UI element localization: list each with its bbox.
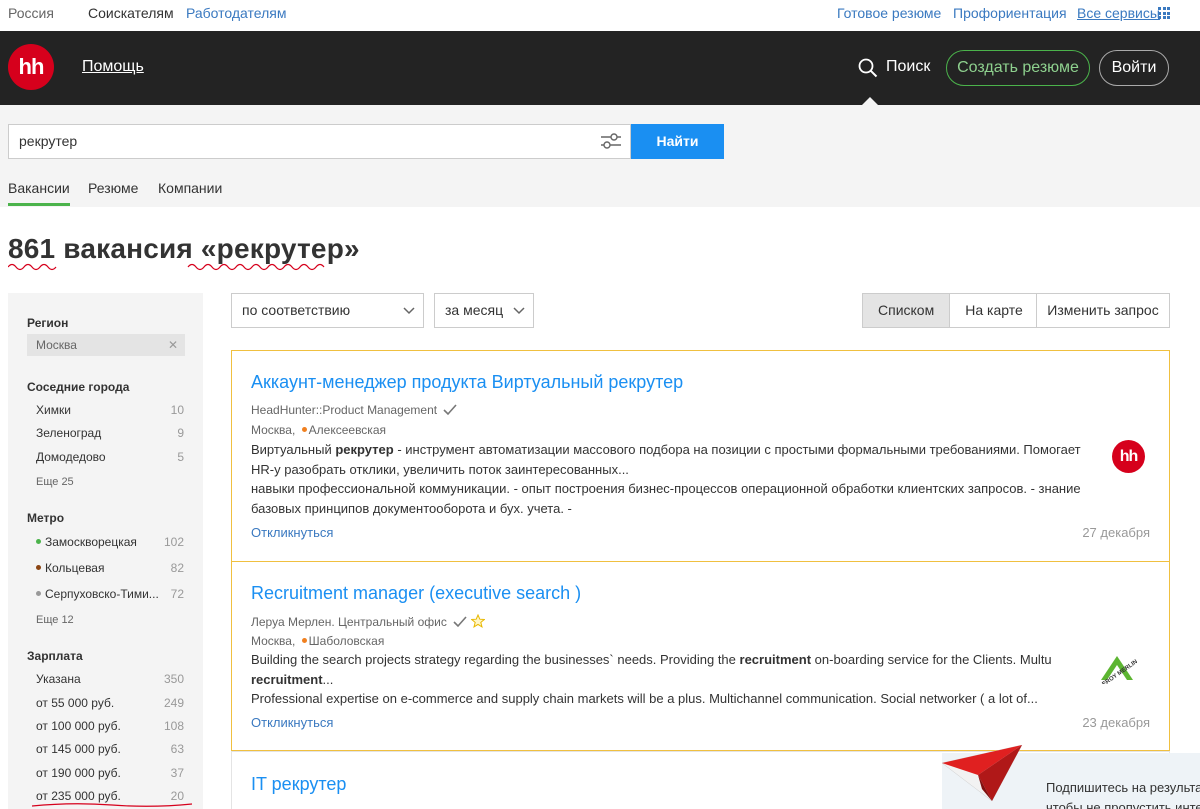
hh-logo[interactable]: hh: [8, 44, 54, 90]
sort-select[interactable]: по соответствию: [231, 293, 424, 328]
ready-resume-link[interactable]: Готовое резюме: [837, 5, 941, 21]
search-icon: [858, 58, 878, 78]
career-guidance-link[interactable]: Профориентация: [953, 5, 1067, 21]
vacancy-card: Аккаунт-менеджер продукта Виртуальный ре…: [231, 350, 1170, 562]
subscribe-popup-text: Подпишитесь на результа чтобы не пропуст…: [1046, 780, 1200, 809]
vacancy-title-link[interactable]: Recruitment manager (executive search ): [251, 583, 581, 604]
salary-item[interactable]: от 145 000 руб. 63: [36, 742, 184, 756]
view-list-button[interactable]: Списком: [863, 294, 950, 327]
star-icon: [470, 614, 485, 628]
salary-item[interactable]: от 190 000 руб. 37: [36, 766, 184, 780]
search-label: Поиск: [886, 58, 931, 75]
metro-line-dot: [36, 591, 41, 596]
grid-icon[interactable]: [1158, 7, 1170, 19]
salary-heading: Зарплата: [27, 649, 83, 663]
chevron-down-icon: [513, 307, 525, 315]
region-heading: Регион: [27, 316, 69, 330]
search-link[interactable]: Поиск: [858, 58, 931, 78]
salary-item[interactable]: Указана 350: [36, 672, 184, 686]
vacancy-date: 23 декабря: [1082, 715, 1150, 730]
change-query-button[interactable]: Изменить запрос: [1036, 293, 1170, 328]
period-select[interactable]: за месяц: [434, 293, 534, 328]
cities-heading: Соседние города: [27, 380, 130, 394]
period-select-value: за месяц: [445, 302, 504, 318]
salary-annotation-underline: [32, 803, 192, 807]
vacancy-title-link[interactable]: Аккаунт-менеджер продукта Виртуальный ре…: [251, 372, 683, 393]
tab-resumes[interactable]: Резюме: [88, 180, 138, 196]
metro-line-dot: [36, 539, 41, 544]
employers-link[interactable]: Работодателям: [186, 5, 287, 21]
metro-line-dot: [36, 565, 41, 570]
vacancy-title-link[interactable]: IT рекрутер: [251, 774, 346, 795]
leroy-merlin-logo[interactable]: LEROY MERLIN: [1097, 650, 1137, 684]
find-button[interactable]: Найти: [631, 124, 724, 159]
metro-item[interactable]: Серпуховско-Тими... 72: [36, 587, 184, 601]
seekers-link[interactable]: Соискателям: [88, 5, 174, 21]
metro-heading: Метро: [27, 511, 65, 525]
search-area: рекрутер Найти Вакансии Резюме Компании: [0, 105, 1200, 207]
city-item[interactable]: Химки 10: [36, 403, 184, 417]
search-input[interactable]: рекрутер: [8, 124, 631, 159]
region-chip[interactable]: Москва ✕: [27, 334, 185, 356]
verified-check-icon: [443, 404, 458, 416]
vacancy-requirements: Professional expertise on e-commerce and…: [251, 691, 1038, 706]
vacancy-company[interactable]: Леруа Мерлен. Центральный офис: [251, 614, 485, 629]
apply-link[interactable]: Откликнуться: [251, 525, 333, 540]
city-item[interactable]: Домодедово 5: [36, 450, 184, 464]
chevron-down-icon: [403, 307, 415, 315]
salary-item[interactable]: от 55 000 руб. 249: [36, 696, 184, 710]
vacancy-card: Recruitment manager (executive search ) …: [231, 561, 1170, 751]
vacancy-date: 27 декабря: [1082, 525, 1150, 540]
view-map-button[interactable]: На карте: [949, 294, 1038, 327]
paper-plane-icon: [942, 745, 1023, 802]
metro-item[interactable]: Замоскворецкая 102: [36, 535, 184, 549]
metro-item[interactable]: Кольцевая 82: [36, 561, 184, 575]
region-link[interactable]: Россия: [8, 5, 54, 21]
main-header: hh Помощь Поиск Создать резюме Войти: [0, 31, 1200, 105]
vacancy-description: Building the search projects strategy re…: [251, 652, 1052, 687]
help-link[interactable]: Помощь: [82, 58, 144, 76]
vacancy-location: Москва, Шаболовская: [251, 634, 385, 648]
tab-companies[interactable]: Компании: [158, 180, 222, 196]
vacancy-location: Москва, Алексеевская: [251, 423, 386, 437]
top-nav: Россия Соискателям Работодателям Готовое…: [0, 0, 1200, 31]
filter-settings-icon[interactable]: [600, 132, 622, 150]
filters-sidebar: Регион Москва ✕ Соседние города Химки 10 …: [8, 293, 203, 809]
vacancy-company[interactable]: HeadHunter::Product Management: [251, 403, 458, 417]
sort-select-value: по соответствию: [242, 302, 351, 318]
metro-more-link[interactable]: Еще 12: [36, 614, 74, 626]
vacancy-requirements: навыки профессиональной коммуникации. - …: [251, 481, 1081, 516]
cities-more-link[interactable]: Еще 25: [36, 476, 74, 488]
metro-line-dot: [301, 427, 307, 432]
login-button[interactable]: Войти: [1099, 50, 1169, 86]
create-resume-button[interactable]: Создать резюме: [946, 50, 1090, 86]
page-title: 861 вакансия «рекрутер»: [8, 233, 360, 264]
header-notch: [862, 97, 878, 105]
region-chip-label: Москва: [36, 338, 77, 352]
apply-link[interactable]: Откликнуться: [251, 715, 333, 730]
close-icon[interactable]: ✕: [168, 334, 178, 356]
verified-check-icon: [453, 616, 467, 628]
view-toggle: Списком На карте: [862, 293, 1039, 328]
metro-line-dot: [301, 638, 307, 643]
tab-vacancies[interactable]: Вакансии: [8, 180, 70, 206]
city-item[interactable]: Зеленоград 9: [36, 426, 184, 440]
company-logo[interactable]: hh: [1112, 440, 1145, 473]
subscribe-popup[interactable]: Подпишитесь на результа чтобы не пропуст…: [942, 745, 1200, 809]
all-services-link[interactable]: Все сервисы: [1077, 5, 1160, 21]
salary-item[interactable]: от 100 000 руб. 108: [36, 719, 184, 733]
vacancy-description: Виртуальный рекрутер - инструмент автома…: [251, 442, 1081, 477]
spellcheck-underline: [8, 263, 325, 271]
